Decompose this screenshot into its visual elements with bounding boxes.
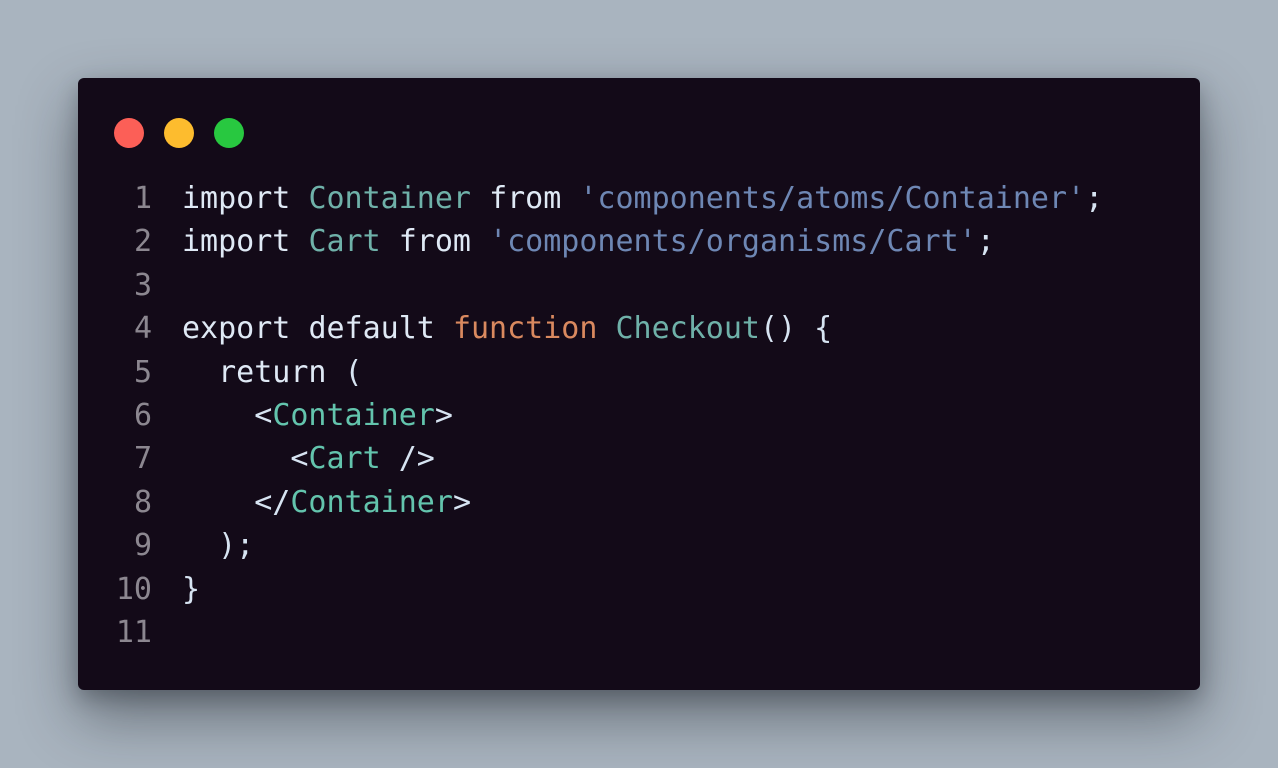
line-number: 2 [133,224,152,260]
code-token-punct [290,311,308,346]
close-window-icon[interactable] [114,118,144,148]
code-token-punct: ); [182,528,255,564]
code-token-kw: import [182,181,291,216]
code-token-tag: Container [272,397,435,433]
code-token-punct: < [182,397,273,433]
code-token-punct: > [434,397,453,433]
code-line: 3 [78,264,1200,307]
code-token-punct: < [182,441,309,477]
code-token-str: 'components/atoms/Container' [579,181,1086,216]
line-source: ); [182,524,254,567]
code-token-fn: function [452,311,598,347]
line-number: 7 [133,441,152,477]
code-line: 10} [78,568,1200,611]
code-token-punct: ( [326,354,363,390]
line-source: <Cart /> [182,437,435,480]
line-number: 5 [133,354,152,390]
line-number: 1 [133,181,152,216]
code-line: 11 [78,611,1200,654]
code-token-kw: import [182,224,291,260]
code-token-punct [290,181,308,216]
line-number: 10 [115,571,152,607]
code-token-punct: > [452,484,471,520]
line-number: 11 [115,614,152,650]
line-number: 3 [133,267,152,303]
line-source: </Container> [182,481,471,524]
code-token-punct: } [182,571,201,607]
line-number: 8 [133,484,152,520]
code-token-kw: export [182,311,291,347]
zoom-window-icon[interactable] [214,118,244,148]
code-line: 4 export default function Checkout() { [78,307,1200,350]
code-token-punct: ; [976,224,995,260]
line-source: <Container> [182,394,453,437]
line-number: 4 [133,311,152,347]
code-line: 7 <Cart /> [78,437,1200,480]
code-token-punct [597,311,615,346]
line-number: 6 [133,397,152,433]
code-line: 5 return ( [78,351,1200,394]
code-token-punct: </ [182,484,291,520]
minimize-window-icon[interactable] [164,118,194,148]
code-token-punct: /> [380,441,435,477]
code-line: 2 import Cart from 'components/organisms/… [78,220,1200,263]
code-token-kw: from [489,181,562,216]
line-source: return ( [182,351,363,394]
code-line: 6 <Container> [78,394,1200,437]
code-token-punct: () { [760,311,833,347]
code-token-punct [435,311,453,346]
line-source: } [182,568,200,611]
line-source: import Cart from 'components/organisms/C… [182,220,995,263]
code-window: 1 import Container from 'components/atoms… [78,78,1200,690]
code-token-kw: return [218,354,327,390]
code-token-ident: Cart [308,224,381,260]
code-token-punct [471,224,489,259]
code-block: 1 import Container from 'components/atoms… [78,177,1200,654]
code-token-kw: from [398,224,471,260]
code-line: 8 </Container> [78,481,1200,524]
line-number: 9 [133,528,152,564]
code-token-punct [290,224,308,259]
line-source: import Container from 'components/atoms/… [182,177,1103,220]
line-source: export default function Checkout() { [182,307,832,350]
code-token-punct [561,181,579,216]
code-token-punct [381,224,399,259]
code-token-kw: default [308,311,435,347]
code-token-tag: Cart [308,441,381,477]
code-token-punct [471,181,489,216]
code-token-punct [182,355,218,390]
code-line: 1 import Container from 'components/atoms… [78,177,1200,220]
code-token-ident: Container [308,181,471,216]
code-token-tag: Container [290,484,453,520]
code-token-ident: Checkout [615,311,761,347]
code-token-str: 'components/organisms/Cart' [489,224,977,260]
code-line: 9 ); [78,524,1200,567]
code-token-punct: ; [1085,181,1104,216]
